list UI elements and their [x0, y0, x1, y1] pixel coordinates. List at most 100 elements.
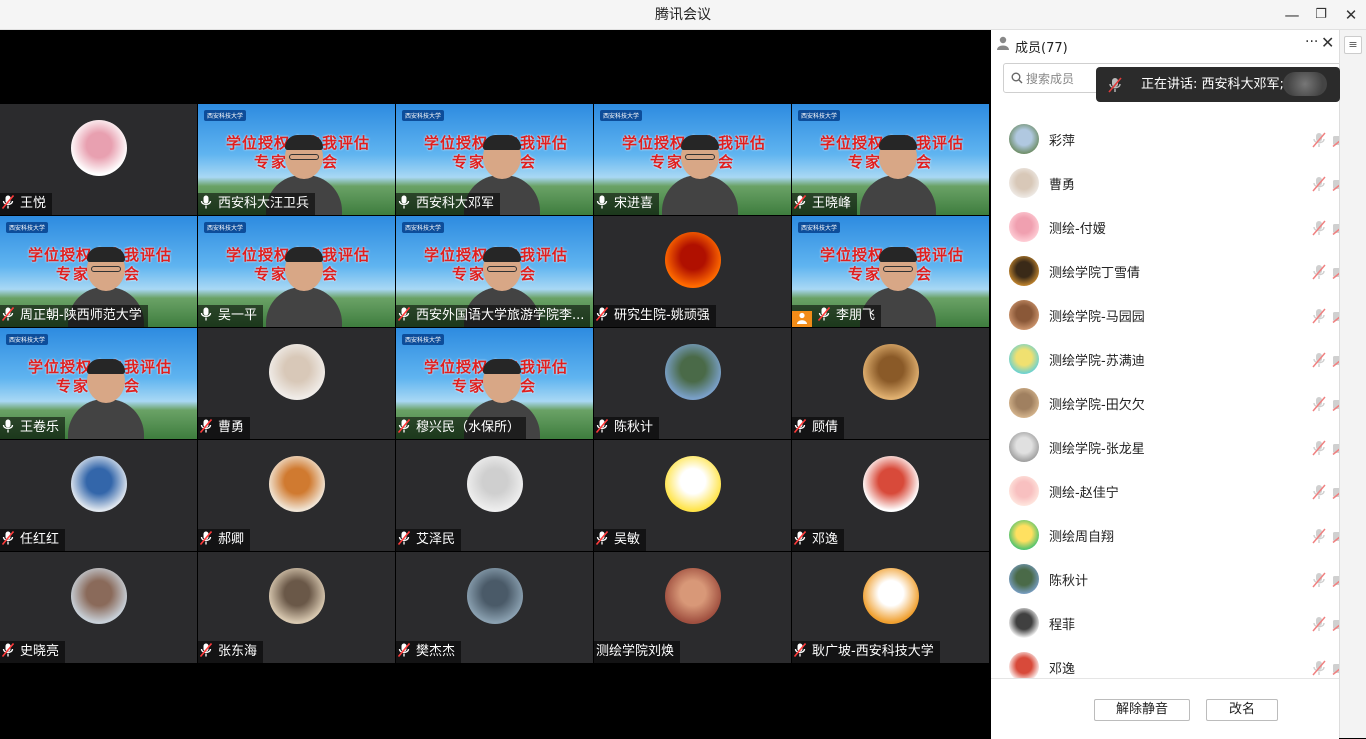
mic-muted-icon[interactable]	[1312, 572, 1326, 588]
participant-tile[interactable]: 邓逸	[792, 440, 989, 551]
participant-tile[interactable]: 樊杰杰	[396, 552, 593, 663]
participant-tile[interactable]: 西安科技大学学位授权点自我评估专家评审会李朋飞	[792, 216, 989, 327]
camera-off-icon[interactable]	[1332, 177, 1339, 191]
menu-icon[interactable]: ≡	[1344, 36, 1362, 54]
participant-name: 穆兴民（水保所）	[416, 420, 521, 435]
camera-off-icon[interactable]	[1332, 265, 1339, 279]
member-avatar	[1009, 388, 1039, 418]
member-row[interactable]: 测绘学院-苏满迪	[991, 338, 1339, 382]
participant-tile[interactable]: 西安科技大学学位授权点自我评估专家评审会宋进喜	[594, 104, 791, 215]
camera-off-icon[interactable]	[1332, 353, 1339, 367]
participant-name: 测绘学院刘焕	[596, 644, 675, 659]
member-name: 测绘-付嫒	[1049, 222, 1106, 237]
mic-muted-icon	[596, 531, 608, 545]
unmute-button[interactable]: 解除静音	[1094, 699, 1190, 721]
mic-muted-icon[interactable]	[1312, 616, 1326, 632]
participant-tile[interactable]: 研究生院-姚顽强	[594, 216, 791, 327]
camera-off-icon[interactable]	[1332, 529, 1339, 543]
more-options-icon[interactable]: ···	[1305, 34, 1318, 50]
participant-tile[interactable]: 耿广坡-西安科技大学	[792, 552, 989, 663]
mic-muted-icon[interactable]	[1312, 132, 1326, 148]
participant-tile[interactable]: 西安科技大学学位授权点自我评估专家评审会穆兴民（水保所）	[396, 328, 593, 439]
panel-footer: 解除静音 改名	[991, 678, 1339, 739]
mic-muted-icon[interactable]	[1312, 220, 1326, 236]
camera-off-icon[interactable]	[1332, 661, 1339, 675]
mic-muted-icon[interactable]	[1312, 660, 1326, 676]
camera-off-icon[interactable]	[1332, 133, 1339, 147]
participant-name-label: 王晓峰	[792, 193, 858, 215]
participant-tile[interactable]: 西安科技大学学位授权点自我评估专家评审会吴一平	[198, 216, 395, 327]
participant-tile[interactable]: 艾泽民	[396, 440, 593, 551]
mic-muted-icon[interactable]	[1312, 396, 1326, 412]
mic-muted-icon	[818, 307, 830, 321]
rename-button[interactable]: 改名	[1206, 699, 1278, 721]
participant-tile[interactable]: 西安科技大学学位授权点自我评估专家评审会西安外国语大学旅游学院李...	[396, 216, 593, 327]
restore-button[interactable]: ❐	[1306, 0, 1336, 30]
camera-off-icon[interactable]	[1332, 397, 1339, 411]
member-name: 测绘学院-田欠欠	[1049, 398, 1145, 413]
participant-tile[interactable]: 王悦	[0, 104, 197, 215]
participant-avatar	[269, 568, 325, 624]
participant-tile[interactable]: 任红红	[0, 440, 197, 551]
member-row[interactable]: 测绘周自翔	[991, 514, 1339, 558]
mic-muted-icon[interactable]	[1312, 264, 1326, 280]
participant-tile[interactable]: 吴敏	[594, 440, 791, 551]
participant-tile[interactable]: 西安科技大学学位授权点自我评估专家评审会西安科大汪卫兵	[198, 104, 395, 215]
close-panel-icon[interactable]: ✕	[1321, 33, 1334, 52]
participant-name-label: 西安外国语大学旅游学院李...	[396, 305, 591, 327]
mic-muted-icon[interactable]	[1312, 352, 1326, 368]
member-list[interactable]: 彩萍 曹勇测绘-付嫒测绘学院丁雪倩 测绘学院-马园园 测绘学院-苏满迪测绘学院-田欠欠…	[991, 118, 1339, 708]
participant-name: 研究生院-姚顽强	[614, 308, 710, 323]
participant-name-label: 陈秋计	[594, 417, 660, 439]
member-row[interactable]: 彩萍	[991, 118, 1339, 162]
mic-muted-icon[interactable]	[1312, 484, 1326, 500]
camera-off-icon[interactable]	[1332, 485, 1339, 499]
member-name: 测绘学院-张龙星	[1049, 442, 1145, 457]
university-logo: 西安科技大学	[402, 110, 445, 121]
camera-off-icon[interactable]	[1332, 309, 1339, 323]
participant-tile[interactable]: 史晓亮	[0, 552, 197, 663]
participant-name: 陈秋计	[614, 420, 654, 435]
participant-tile[interactable]: 西安科技大学学位授权点自我评估专家评审会西安科大邓军	[396, 104, 593, 215]
participant-tile[interactable]: 郝卿	[198, 440, 395, 551]
participant-avatar	[665, 232, 721, 288]
participant-tile[interactable]: 西安科技大学学位授权点自我评估专家评审会王卷乐	[0, 328, 197, 439]
side-toolbar: ≡	[1339, 30, 1366, 738]
mic-muted-icon[interactable]	[1312, 308, 1326, 324]
member-row[interactable]: 测绘-赵佳宁	[991, 470, 1339, 514]
participant-tile[interactable]: 测绘学院刘焕	[594, 552, 791, 663]
member-row[interactable]: 测绘学院-田欠欠	[991, 382, 1339, 426]
camera-off-icon[interactable]	[1332, 221, 1339, 235]
member-row[interactable]: 陈秋计	[991, 558, 1339, 602]
camera-off-icon[interactable]	[1332, 617, 1339, 631]
camera-off-icon[interactable]	[1332, 573, 1339, 587]
participant-tile[interactable]: 西安科技大学学位授权点自我评估专家评审会王晓峰	[792, 104, 989, 215]
member-row[interactable]: 测绘学院-马园园	[991, 294, 1339, 338]
camera-off-icon[interactable]	[1332, 441, 1339, 455]
university-logo: 西安科技大学	[204, 222, 247, 233]
participant-name-label: 西安科大汪卫兵	[198, 193, 316, 215]
member-avatar	[1009, 300, 1039, 330]
minimize-button[interactable]: —	[1277, 0, 1307, 30]
participant-tile[interactable]: 陈秋计	[594, 328, 791, 439]
participant-tile[interactable]: 西安科技大学学位授权点自我评估专家评审会周正朝-陕西师范大学	[0, 216, 197, 327]
mic-muted-icon	[2, 643, 14, 657]
host-avatar-icon	[792, 311, 812, 327]
member-row[interactable]: 程菲	[991, 602, 1339, 646]
mic-muted-icon	[398, 643, 410, 657]
member-row[interactable]: 测绘学院丁雪倩	[991, 250, 1339, 294]
participant-avatar	[665, 344, 721, 400]
mic-muted-icon[interactable]	[1312, 528, 1326, 544]
member-row[interactable]: 测绘学院-张龙星	[991, 426, 1339, 470]
close-button[interactable]: ✕	[1336, 0, 1366, 30]
participant-tile[interactable]: 曹勇	[198, 328, 395, 439]
participant-tile[interactable]: 张东海	[198, 552, 395, 663]
member-name: 测绘-赵佳宁	[1049, 486, 1119, 501]
mic-muted-icon	[200, 531, 212, 545]
member-row[interactable]: 曹勇	[991, 162, 1339, 206]
participant-tile[interactable]: 顾倩	[792, 328, 989, 439]
member-row[interactable]: 测绘-付嫒	[991, 206, 1339, 250]
participant-name: 西安科大邓军	[416, 196, 495, 211]
mic-muted-icon[interactable]	[1312, 440, 1326, 456]
mic-muted-icon[interactable]	[1312, 176, 1326, 192]
